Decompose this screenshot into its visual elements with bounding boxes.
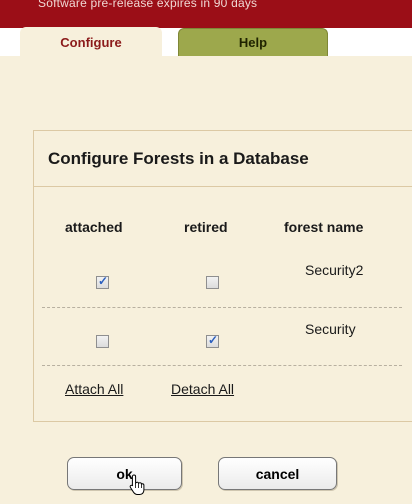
attach-all-link[interactable]: Attach All — [65, 381, 123, 397]
row-divider — [42, 365, 402, 366]
column-header-attached: attached — [65, 219, 123, 235]
retired-checkbox[interactable] — [206, 333, 219, 348]
column-header-forest-name: forest name — [284, 219, 364, 235]
hand-pointer-icon — [129, 474, 145, 495]
forests-group: Configure Forests in a Database attached… — [33, 130, 412, 422]
forest-name: Security2 — [305, 262, 364, 278]
cancel-button-label: cancel — [255, 465, 300, 482]
retired-checkbox[interactable] — [206, 276, 219, 289]
attached-checkbox[interactable] — [96, 335, 109, 348]
ok-button[interactable]: ok — [67, 457, 182, 490]
forest-name: Security — [305, 321, 356, 337]
group-title: Configure Forests in a Database — [48, 149, 309, 168]
tab-help[interactable]: Help — [178, 28, 328, 56]
row-divider — [42, 307, 402, 308]
tab-configure[interactable]: Configure — [20, 27, 162, 57]
attached-checkbox[interactable] — [96, 274, 109, 289]
tab-configure-label: Configure — [60, 34, 122, 50]
detach-all-link[interactable]: Detach All — [171, 381, 234, 397]
column-header-retired: retired — [184, 219, 228, 235]
cancel-button[interactable]: cancel — [218, 457, 337, 490]
prerelease-notice: Software pre-release expires in 90 days — [38, 0, 258, 10]
group-header: Configure Forests in a Database — [34, 131, 412, 187]
tab-help-label: Help — [238, 35, 268, 50]
top-bar: Software pre-release expires in 90 days — [0, 0, 412, 28]
